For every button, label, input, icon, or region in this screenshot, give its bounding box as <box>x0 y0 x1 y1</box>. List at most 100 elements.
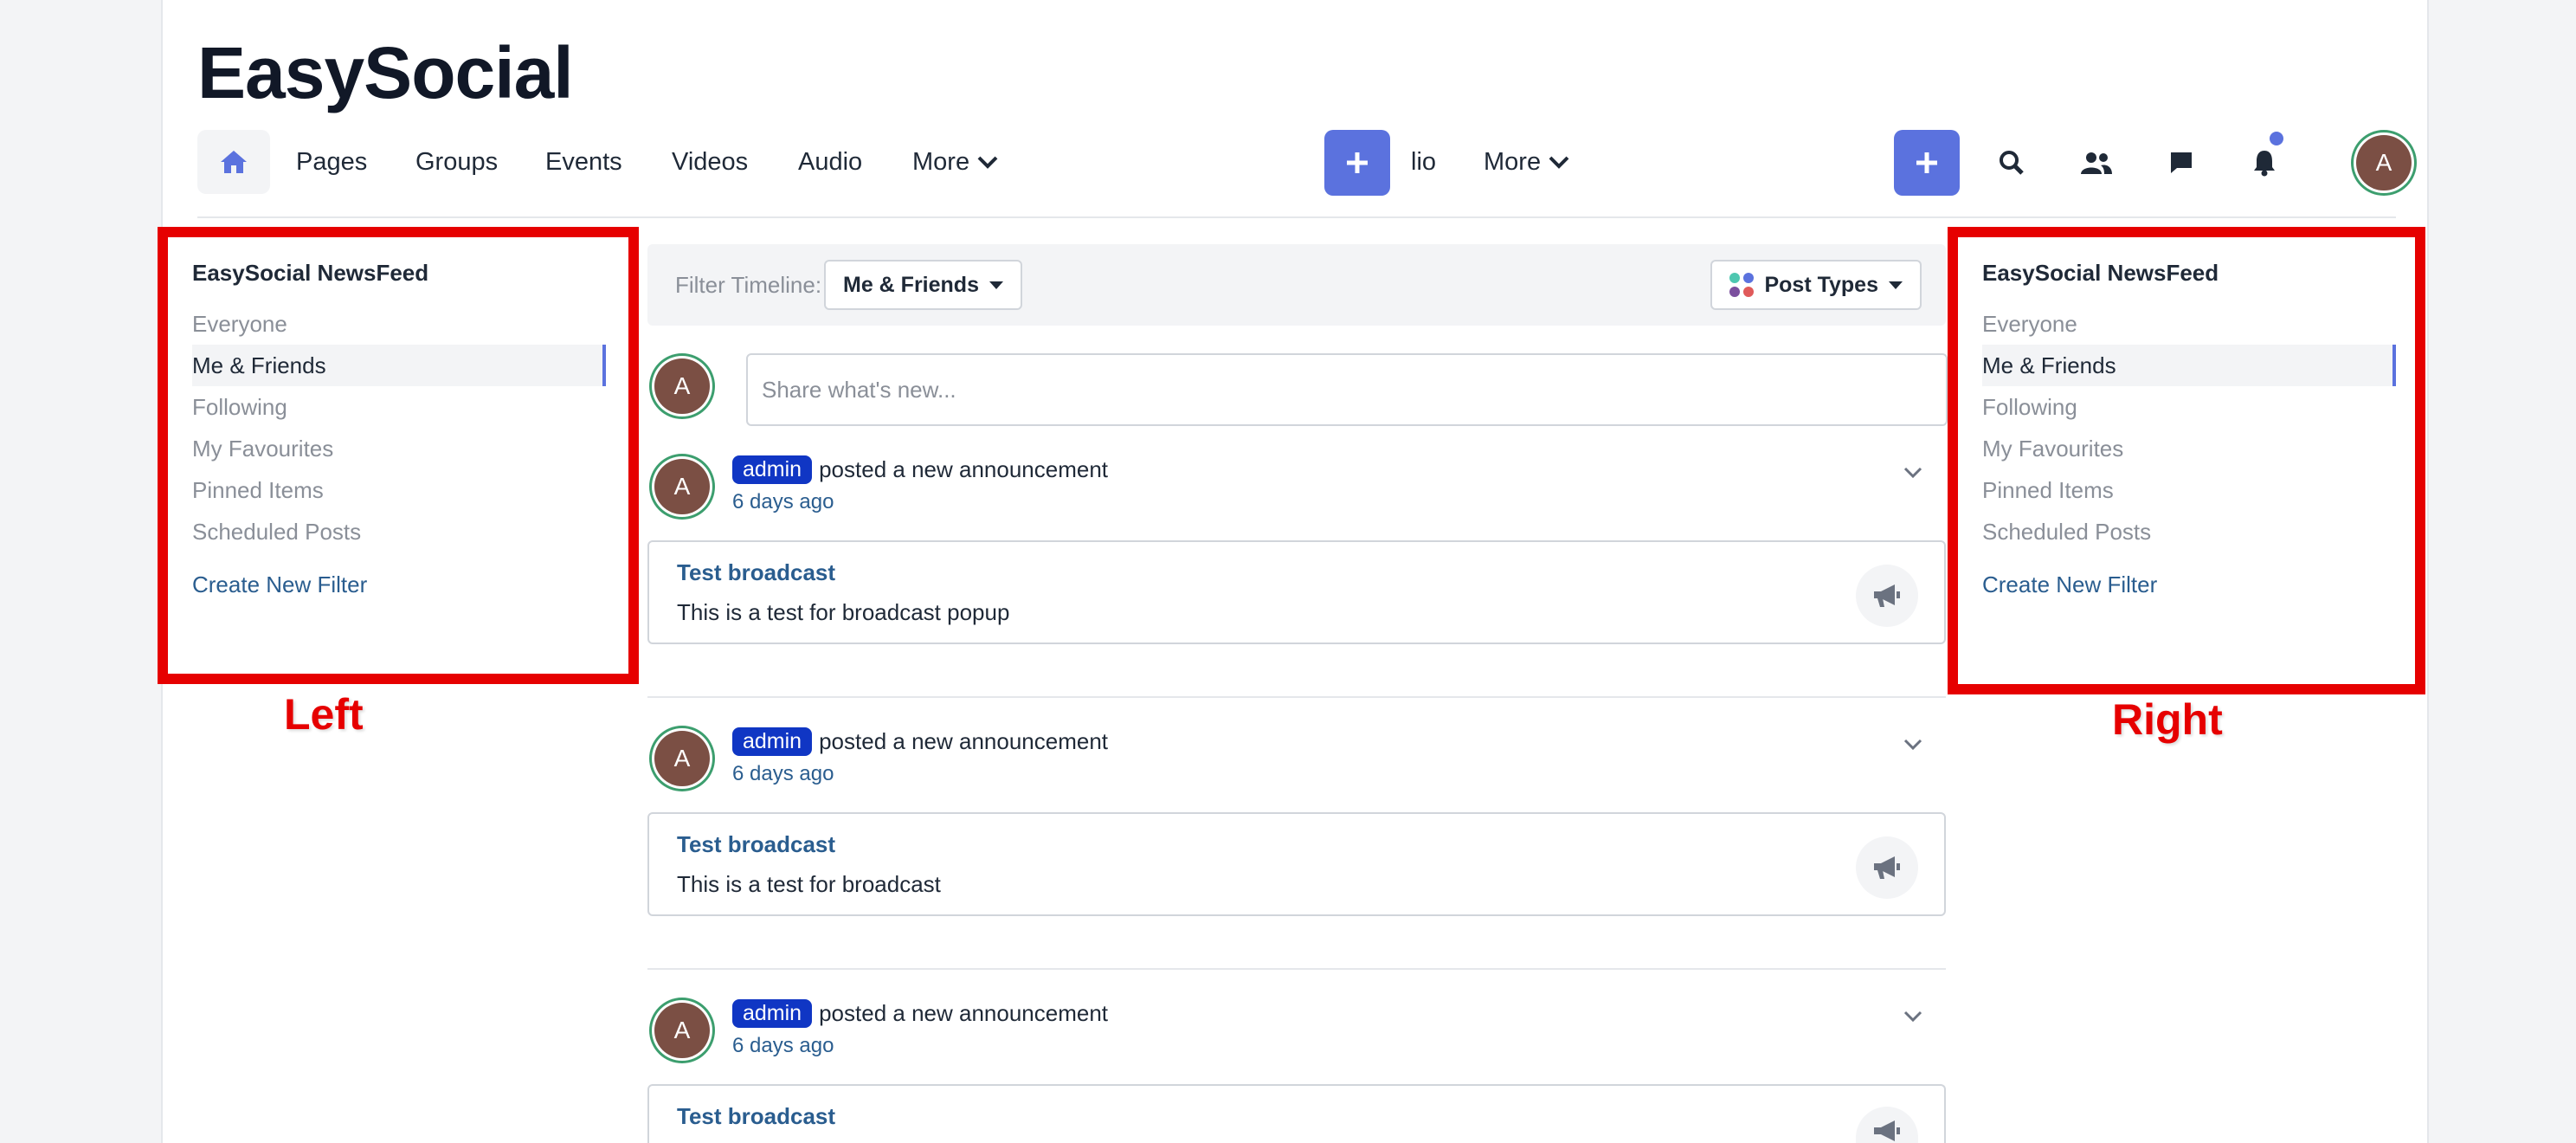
post-avatar[interactable]: A <box>654 459 710 514</box>
search-icon <box>2000 151 2024 175</box>
sidebar-right-create-filter[interactable]: Create New Filter <box>1982 572 2157 598</box>
share-input[interactable] <box>746 353 1948 426</box>
header-divider <box>197 216 2396 218</box>
post-card: Test broadcast This is a test for broadc… <box>647 540 1946 644</box>
messages-button[interactable] <box>2148 130 2214 196</box>
nav-more-label: More <box>912 148 970 176</box>
sidebar-right: EasySocial NewsFeed Everyone Me & Friend… <box>1948 227 2425 694</box>
sidebar-item-label: Me & Friends <box>192 352 326 378</box>
chevron-down-icon <box>1903 467 1922 479</box>
annotation-left: Left <box>284 690 364 739</box>
filter-selected: Me & Friends <box>843 272 979 297</box>
composer-avatar: A <box>654 358 710 414</box>
announcement-badge <box>1856 565 1918 627</box>
nav-events[interactable]: Events <box>545 130 622 194</box>
post-time[interactable]: 6 days ago <box>732 490 834 514</box>
users-icon <box>2081 152 2112 174</box>
nav-pages[interactable]: Pages <box>296 130 367 194</box>
plus-icon <box>1916 152 1937 173</box>
post-types-dropdown[interactable]: Post Types <box>1710 260 1922 310</box>
post-author[interactable]: admin <box>732 455 813 484</box>
friends-button[interactable] <box>2064 130 2129 196</box>
brand-logo[interactable]: EasySocial <box>197 31 574 115</box>
megaphone-icon <box>1874 584 1900 607</box>
post-header: admin posted a new announcement <box>732 454 1108 485</box>
filter-label: Filter Timeline: <box>675 272 822 298</box>
nav-middle-more-menu[interactable]: More <box>1484 130 1570 194</box>
post-header: admin posted a new announcement <box>732 726 1108 757</box>
post-action: posted a new announcement <box>819 455 1109 482</box>
post-action: posted a new announcement <box>819 727 1109 754</box>
main-navbar: Pages Groups Events Videos Audio More li… <box>197 130 2412 196</box>
sidebar-right-item-me-friends[interactable]: Me & Friends <box>1982 345 2396 386</box>
sidebar-right-item-everyone[interactable]: Everyone <box>1982 303 2077 345</box>
filter-timeline-dropdown[interactable]: Me & Friends <box>824 260 1022 310</box>
user-avatar[interactable]: A <box>2356 135 2412 190</box>
post-options-button[interactable] <box>1903 466 1923 484</box>
sidebar-right-title: EasySocial NewsFeed <box>1982 260 2219 286</box>
sidebar-left-item-scheduled[interactable]: Scheduled Posts <box>192 511 361 552</box>
sidebar-left-create-filter[interactable]: Create New Filter <box>192 572 367 598</box>
nav-middle-more-label: More <box>1484 148 1542 176</box>
sidebar-left-item-me-friends[interactable]: Me & Friends <box>192 345 606 386</box>
post-options-button[interactable] <box>1903 1010 1923 1028</box>
chevron-down-icon <box>1903 1011 1922 1023</box>
sidebar-left-title: EasySocial NewsFeed <box>192 260 429 286</box>
notifications-button[interactable] <box>2231 130 2297 196</box>
post-card-text: This is a test for broadcast popup <box>677 599 1010 625</box>
announcement-badge <box>1856 836 1918 899</box>
search-button[interactable] <box>1979 130 2045 196</box>
post-card-title[interactable]: Test broadcast <box>677 1103 835 1130</box>
announcement-badge <box>1856 1107 1918 1143</box>
sidebar-left-item-favourites[interactable]: My Favourites <box>192 428 333 469</box>
nav-more-menu[interactable]: More <box>912 130 999 194</box>
chevron-down-icon <box>977 156 998 169</box>
post-avatar[interactable]: A <box>654 731 710 786</box>
sidebar-item-label: Me & Friends <box>1982 352 2116 378</box>
nav-groups[interactable]: Groups <box>415 130 498 194</box>
post-options-button[interactable] <box>1903 738 1923 756</box>
annotation-right: Right <box>2112 695 2223 744</box>
home-button[interactable] <box>197 130 270 194</box>
caret-down-icon <box>1889 281 1903 289</box>
post-card-title[interactable]: Test broadcast <box>677 559 835 586</box>
post-author[interactable]: admin <box>732 998 813 1028</box>
sidebar-item-label: Everyone <box>192 311 287 337</box>
post-header: admin posted a new announcement <box>732 998 1108 1029</box>
notification-indicator <box>2270 132 2283 145</box>
megaphone-icon <box>1874 856 1900 879</box>
post-divider <box>647 968 1946 970</box>
megaphone-icon <box>1874 1120 1900 1141</box>
nav-audio[interactable]: Audio <box>798 130 862 194</box>
sidebar-left-item-pinned[interactable]: Pinned Items <box>192 469 324 511</box>
post-card-title[interactable]: Test broadcast <box>677 831 835 858</box>
post-avatar[interactable]: A <box>654 1003 710 1058</box>
sidebar-right-item-pinned[interactable]: Pinned Items <box>1982 469 2114 511</box>
nav-videos[interactable]: Videos <box>672 130 748 194</box>
sidebar-right-item-favourites[interactable]: My Favourites <box>1982 428 2123 469</box>
sidebar-right-item-scheduled[interactable]: Scheduled Posts <box>1982 511 2151 552</box>
create-button[interactable] <box>1894 130 1960 196</box>
chevron-down-icon <box>1549 156 1569 169</box>
post-card: Test broadcast <box>647 1084 1946 1143</box>
sidebar-right-item-following[interactable]: Following <box>1982 386 2077 428</box>
caret-down-icon <box>989 281 1003 289</box>
plus-icon <box>1347 152 1368 173</box>
sidebar-left: EasySocial NewsFeed Everyone Me & Friend… <box>158 227 639 684</box>
filter-bar: Filter Timeline: Me & Friends Post Types <box>647 244 1946 326</box>
post-action: posted a new announcement <box>819 999 1109 1026</box>
post-types-label: Post Types <box>1764 272 1878 297</box>
chevron-down-icon <box>1903 739 1922 751</box>
chat-icon <box>2171 152 2192 173</box>
post-card-text: This is a test for broadcast <box>677 871 941 897</box>
post-divider <box>647 696 1946 698</box>
post-author[interactable]: admin <box>732 726 813 756</box>
post-time[interactable]: 6 days ago <box>732 1034 834 1058</box>
create-button-middle[interactable] <box>1324 130 1390 196</box>
page-container: EasySocial Pages Groups Events Videos Au… <box>158 0 2429 1143</box>
post-types-icon <box>1729 273 1755 297</box>
bell-icon <box>2254 151 2275 177</box>
post-time[interactable]: 6 days ago <box>732 762 834 786</box>
sidebar-left-item-following[interactable]: Following <box>192 386 287 428</box>
nav-middle-link[interactable]: lio <box>1411 130 1436 194</box>
